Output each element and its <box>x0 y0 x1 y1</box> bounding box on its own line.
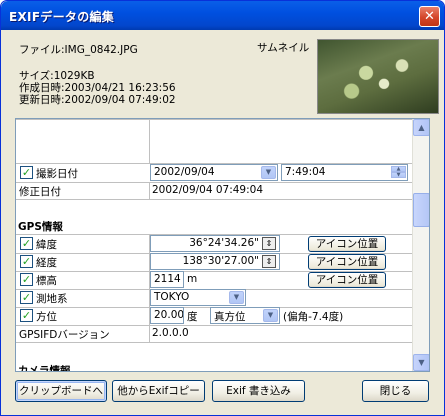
latitude-checkbox[interactable]: ✓ <box>20 237 33 250</box>
datum-checkbox[interactable]: ✓ <box>20 291 33 304</box>
direction-checkbox[interactable]: ✓ <box>20 309 33 322</box>
file-modified: 更新日時:2002/09/04 07:49:02 <box>19 94 176 106</box>
shoot-date-value: 2002/09/04 <box>154 166 215 178</box>
longitude-icon-position-button[interactable]: アイコン位置 <box>308 254 386 270</box>
thumbnail-label: サムネイル <box>257 42 310 54</box>
window-title: EXIFデータの編集 <box>9 10 115 24</box>
vertical-scrollbar[interactable]: ▲ ▼ <box>412 119 429 371</box>
check-icon: ✓ <box>21 237 32 250</box>
exif-field-list[interactable]: ✓ 撮影日付 2002/09/04 ▼ 7:49:04 ▲ ▼ 修正日付 2002… <box>15 118 430 372</box>
direction-value: 20.00 <box>154 309 184 321</box>
check-icon: ✓ <box>21 255 32 268</box>
mod-date-row: 修正日付 2002/09/04 07:49:04 <box>16 182 413 200</box>
close-window-button[interactable]: ✕ <box>419 6 440 27</box>
direction-row: ✓ 方位 20.00 度 真方位 ▼ (偏角-7.4度) <box>16 307 413 325</box>
direction-ref-value: 真方位 <box>214 311 246 323</box>
shoot-time-value: 7:49:04 <box>285 166 326 178</box>
time-spinner[interactable]: ▲ ▼ <box>391 166 406 179</box>
altitude-checkbox[interactable]: ✓ <box>20 273 33 286</box>
camera-section-title: カメラ情報 <box>18 365 71 372</box>
direction-label: 方位 <box>36 311 57 323</box>
close-button[interactable]: 閉じる <box>362 380 429 402</box>
gps-version-value: 2.0.0.0 <box>152 327 189 339</box>
mod-date-value: 2002/09/04 07:49:04 <box>152 184 264 196</box>
datum-row: ✓ 測地系 TOKYO ▼ <box>16 289 413 307</box>
altitude-unit: m <box>187 273 198 285</box>
thumbnail-image <box>317 39 439 114</box>
latitude-dms-icon[interactable]: ⇕ <box>262 237 276 250</box>
mod-date-label: 修正日付 <box>19 186 61 198</box>
shoot-date-label: 撮影日付 <box>36 168 78 180</box>
scroll-down-arrow-icon[interactable]: ▼ <box>413 354 429 371</box>
down-arrow-icon[interactable]: ▼ <box>391 172 406 178</box>
title-bar[interactable]: EXIFデータの編集 ✕ <box>1 1 444 30</box>
shoot-date-checkbox[interactable]: ✓ <box>20 166 33 179</box>
check-icon: ✓ <box>21 309 32 322</box>
longitude-dms-icon[interactable]: ⇕ <box>262 255 276 268</box>
chevron-down-icon[interactable]: ▼ <box>263 309 278 322</box>
check-icon: ✓ <box>21 291 32 304</box>
scroll-thumb[interactable] <box>413 193 429 227</box>
gps-version-row: GPSIFDバージョン 2.0.0.0 <box>16 325 413 343</box>
copy-exif-from-button[interactable]: 他からExifコピー <box>112 380 205 402</box>
exif-edit-dialog: EXIFデータの編集 ✕ ファイル:IMG_0842.JPG サイズ:1029K… <box>0 0 445 416</box>
altitude-field[interactable]: 2114 <box>150 271 184 288</box>
gps-version-label: GPSIFDバージョン <box>19 329 110 341</box>
datum-label: 測地系 <box>36 293 68 305</box>
altitude-label: 標高 <box>36 275 57 287</box>
direction-field[interactable]: 20.00 <box>150 307 184 324</box>
altitude-value: 2114 <box>154 273 181 285</box>
check-icon: ✓ <box>21 273 32 286</box>
chevron-down-icon[interactable]: ▼ <box>261 166 276 179</box>
write-exif-button[interactable]: Exif 書き込み <box>212 380 305 402</box>
latitude-label: 緯度 <box>36 239 57 251</box>
direction-ref-select[interactable]: 真方位 ▼ <box>210 307 280 324</box>
datum-select[interactable]: TOKYO ▼ <box>150 289 246 306</box>
datum-value: TOKYO <box>154 291 190 303</box>
latitude-row: ✓ 緯度 36°24'34.26" ⇕ アイコン位置 <box>16 235 413 253</box>
chevron-down-icon[interactable]: ▼ <box>229 291 244 304</box>
longitude-field[interactable]: 138°30'27.00" <box>150 253 280 270</box>
latitude-field[interactable]: 36°24'34.26" <box>150 235 280 252</box>
shoot-time-field[interactable]: 7:49:04 ▲ ▼ <box>281 164 408 181</box>
altitude-row: ✓ 標高 2114 m アイコン位置 <box>16 271 413 289</box>
gps-section-title: GPS情報 <box>18 221 63 233</box>
longitude-value: 138°30'27.00" <box>182 255 259 267</box>
scroll-up-arrow-icon[interactable]: ▲ <box>413 119 429 136</box>
latitude-value: 36°24'34.26" <box>189 237 259 249</box>
shoot-date-row: ✓ 撮影日付 2002/09/04 ▼ 7:49:04 ▲ ▼ <box>16 164 413 182</box>
file-name: ファイル:IMG_0842.JPG <box>19 44 138 56</box>
latitude-icon-position-button[interactable]: アイコン位置 <box>308 236 386 252</box>
declination-note: (偏角-7.4度) <box>283 311 344 323</box>
copy-to-clipboard-button[interactable]: クリップボードへ <box>15 380 107 402</box>
longitude-label: 経度 <box>36 257 57 269</box>
altitude-icon-position-button[interactable]: アイコン位置 <box>308 272 386 288</box>
shoot-date-picker[interactable]: 2002/09/04 ▼ <box>150 164 278 181</box>
longitude-checkbox[interactable]: ✓ <box>20 255 33 268</box>
direction-unit: 度 <box>187 311 198 323</box>
longitude-row: ✓ 経度 138°30'27.00" ⇕ アイコン位置 <box>16 253 413 271</box>
check-icon: ✓ <box>21 166 32 179</box>
